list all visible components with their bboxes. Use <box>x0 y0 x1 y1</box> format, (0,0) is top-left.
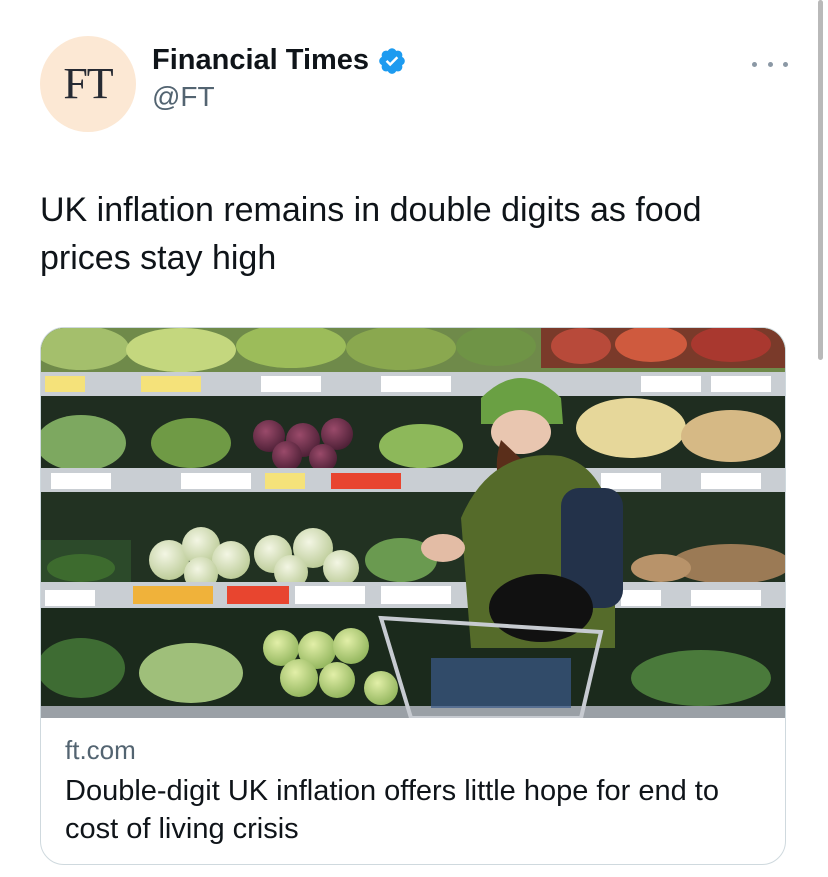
avatar[interactable]: FT <box>40 36 136 132</box>
card-meta: ft.com Double-digit UK inflation offers … <box>65 732 765 848</box>
avatar-logo-text: FT <box>63 58 113 108</box>
card-domain[interactable]: ft.com <box>65 732 765 768</box>
more-options-icon[interactable] <box>752 52 788 76</box>
card-title[interactable]: Double-digit UK inflation offers little … <box>65 772 765 848</box>
name-row: Financial Times <box>152 44 407 77</box>
display-name[interactable]: Financial Times <box>152 44 369 77</box>
link-card[interactable]: ft.com Double-digit UK inflation offers … <box>40 327 786 865</box>
scrollbar[interactable] <box>818 0 823 360</box>
card-image <box>41 328 785 718</box>
tweet-author: Financial Times @FT <box>152 44 407 113</box>
user-handle[interactable]: @FT <box>152 81 407 113</box>
tweet-text: UK inflation remains in double digits as… <box>40 191 702 277</box>
tweet-page: FT Financial Times @FT UK inflation rema… <box>0 0 828 877</box>
verified-badge-icon <box>379 47 405 74</box>
